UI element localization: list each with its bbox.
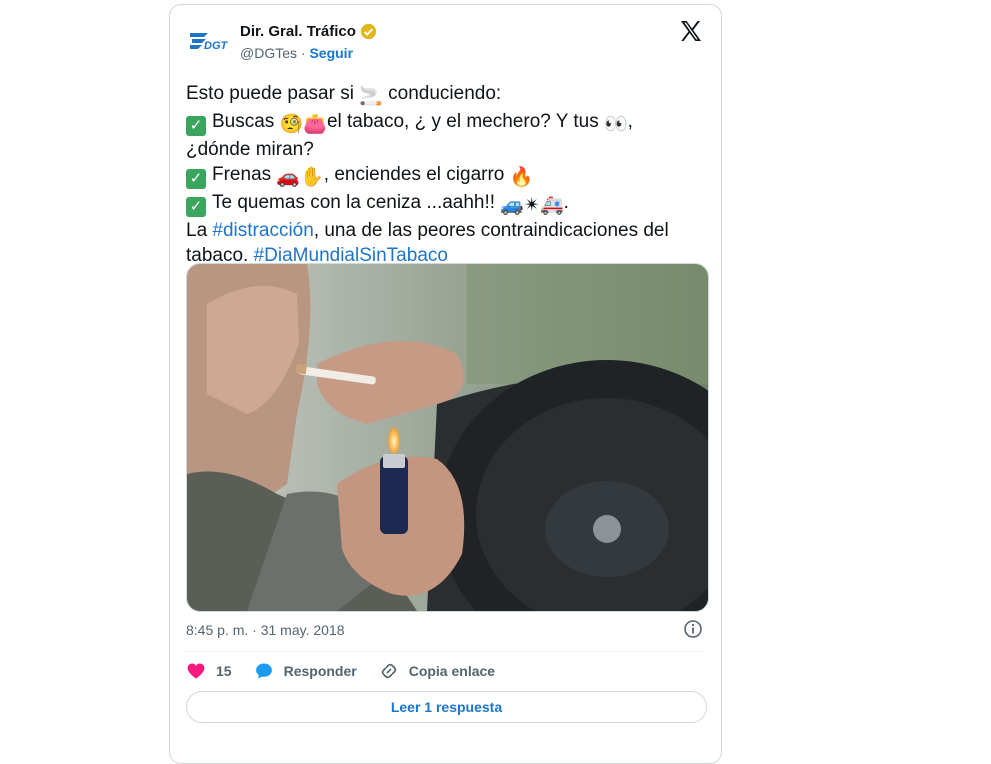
car-emoji-icon: 🚗: [276, 167, 301, 188]
hashtag-distraccion-link[interactable]: #distracción: [212, 220, 313, 241]
info-icon[interactable]: [683, 619, 703, 639]
like-button[interactable]: 15: [186, 661, 232, 681]
check-mark-icon: ✓: [186, 197, 206, 217]
monocle-face-emoji-icon: 🧐: [279, 114, 304, 135]
tweet-line-3: ¿dónde miran?: [186, 139, 314, 160]
reply-label: Responder: [283, 663, 357, 679]
tweet-line-6: La #distracción, una de las peores contr…: [186, 220, 669, 241]
burst-emoji-icon: ✴: [524, 195, 540, 216]
reply-button[interactable]: Responder: [254, 661, 357, 681]
author-handle-row: @DGTes · Seguir: [240, 45, 353, 61]
smoking-emoji-icon: 🚬: [359, 86, 383, 107]
tweet-line-4: ✓ Frenas 🚗✋, enciendes el cigarro 🔥: [186, 162, 706, 190]
verified-badge-icon: [360, 23, 377, 40]
check-mark-icon: ✓: [186, 169, 206, 189]
read-replies-button[interactable]: Leer 1 respuesta: [186, 691, 707, 723]
tweet-text: Esto puede pasar si 🚬 conduciendo: ✓ Busc…: [186, 81, 706, 268]
purse-emoji-icon: 👛: [303, 114, 327, 135]
divider: [186, 651, 705, 652]
action-bar: 15 Responder Copia enlace: [186, 661, 517, 681]
heart-icon: [187, 663, 205, 679]
handle-separator: ·: [297, 45, 310, 61]
author-name[interactable]: Dir. Gral. Tráfico: [240, 23, 356, 40]
author-name-row: Dir. Gral. Tráfico: [240, 23, 377, 40]
fire-emoji-icon: 🔥: [509, 167, 534, 188]
check-mark-icon: ✓: [186, 116, 206, 136]
link-icon: [381, 663, 396, 679]
author-handle[interactable]: @DGTes: [240, 45, 297, 61]
x-logo-icon[interactable]: [679, 19, 703, 43]
tweet-photo[interactable]: [186, 263, 709, 612]
blue-car-emoji-icon: 🚙: [500, 195, 525, 216]
speech-bubble-icon: [255, 663, 272, 679]
copy-link-button[interactable]: Copia enlace: [379, 661, 495, 681]
eyes-emoji-icon: 👀: [604, 114, 628, 135]
ambulance-emoji-icon: 🚑: [539, 195, 564, 216]
dgt-logo[interactable]: DGT: [188, 27, 234, 57]
raised-hand-emoji-icon: ✋: [300, 167, 324, 188]
copy-link-label: Copia enlace: [408, 663, 496, 679]
driver-smoking-photo: [187, 264, 708, 611]
tweet-timestamp[interactable]: 8:45 p. m. · 31 may. 2018: [186, 622, 345, 638]
tweet-card: DGT Dir. Gral. Tráfico @DGTes · Seguir E…: [169, 4, 722, 764]
tweet-line-1: Esto puede pasar si 🚬 conduciendo:: [186, 83, 502, 107]
tweet-line-5: ✓ Te quemas con la ceniza ...aahh!! 🚙✴🚑.: [186, 190, 706, 218]
logo-text: DGT: [204, 40, 229, 52]
tweet-line-2: ✓ Buscas 🧐👛el tabaco, ¿ y el mechero? Y t…: [186, 109, 706, 137]
like-count: 15: [216, 663, 232, 679]
follow-button[interactable]: Seguir: [309, 45, 353, 61]
